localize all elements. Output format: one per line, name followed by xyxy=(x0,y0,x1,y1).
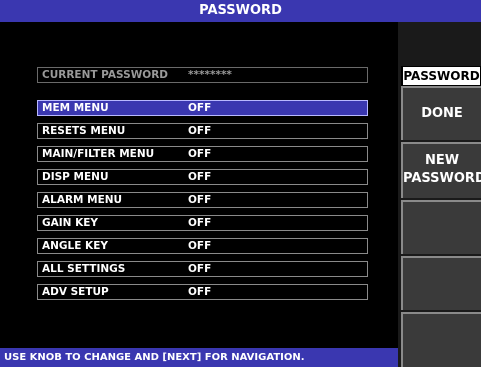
menu-row-gain-key[interactable]: GAIN KEY OFF xyxy=(37,215,368,231)
menu-row-angle-key[interactable]: ANGLE KEY OFF xyxy=(37,238,368,254)
done-button[interactable]: DONE xyxy=(401,86,481,140)
softkey-button-3[interactable] xyxy=(401,200,481,254)
page-title: PASSWORD xyxy=(0,0,481,22)
row-value: OFF xyxy=(188,263,212,275)
row-label: ALL SETTINGS xyxy=(42,263,126,275)
status-bar: USE KNOB TO CHANGE AND [NEXT] FOR NAVIGA… xyxy=(0,348,398,367)
menu-row-alarm-menu[interactable]: ALARM MENU OFF xyxy=(37,192,368,208)
row-label: DISP MENU xyxy=(42,171,109,183)
menu-row-main-filter-menu[interactable]: MAIN/FILTER MENU OFF xyxy=(37,146,368,162)
current-password-label: CURRENT PASSWORD xyxy=(42,69,168,81)
row-label: ANGLE KEY xyxy=(42,240,108,252)
menu-row-disp-menu[interactable]: DISP MENU OFF xyxy=(37,169,368,185)
row-value: OFF xyxy=(188,125,212,137)
current-password-value: ******** xyxy=(188,69,232,81)
sidebar-header: PASSWORD xyxy=(401,66,481,86)
softkey-button-4[interactable] xyxy=(401,256,481,310)
menu-row-adv-setup[interactable]: ADV SETUP OFF xyxy=(37,284,368,300)
row-value: OFF xyxy=(188,286,212,298)
instrument-screen: PASSWORD CURRENT PASSWORD ******** MEM M… xyxy=(0,0,481,367)
softkey-button-5[interactable] xyxy=(401,312,481,367)
row-label: MEM MENU xyxy=(42,102,109,114)
menu-row-all-settings[interactable]: ALL SETTINGS OFF xyxy=(37,261,368,277)
row-value: OFF xyxy=(188,102,212,114)
row-label: GAIN KEY xyxy=(42,217,99,229)
row-value: OFF xyxy=(188,194,212,206)
softkey-sidebar: PASSWORD DONE NEW PASSWORD xyxy=(398,22,481,367)
menu-row-mem-menu[interactable]: MEM MENU OFF xyxy=(37,100,368,116)
row-label: ALARM MENU xyxy=(42,194,123,206)
row-label: ADV SETUP xyxy=(42,286,109,298)
row-value: OFF xyxy=(188,171,212,183)
new-password-button[interactable]: NEW PASSWORD xyxy=(401,142,481,198)
current-password-field[interactable]: CURRENT PASSWORD ******** xyxy=(37,67,368,83)
menu-row-resets-menu[interactable]: RESETS MENU OFF xyxy=(37,123,368,139)
row-label: RESETS MENU xyxy=(42,125,126,137)
password-settings-panel: CURRENT PASSWORD ******** MEM MENU OFF R… xyxy=(0,22,398,348)
row-value: OFF xyxy=(188,148,212,160)
row-value: OFF xyxy=(188,240,212,252)
row-label: MAIN/FILTER MENU xyxy=(42,148,155,160)
row-value: OFF xyxy=(188,217,212,229)
